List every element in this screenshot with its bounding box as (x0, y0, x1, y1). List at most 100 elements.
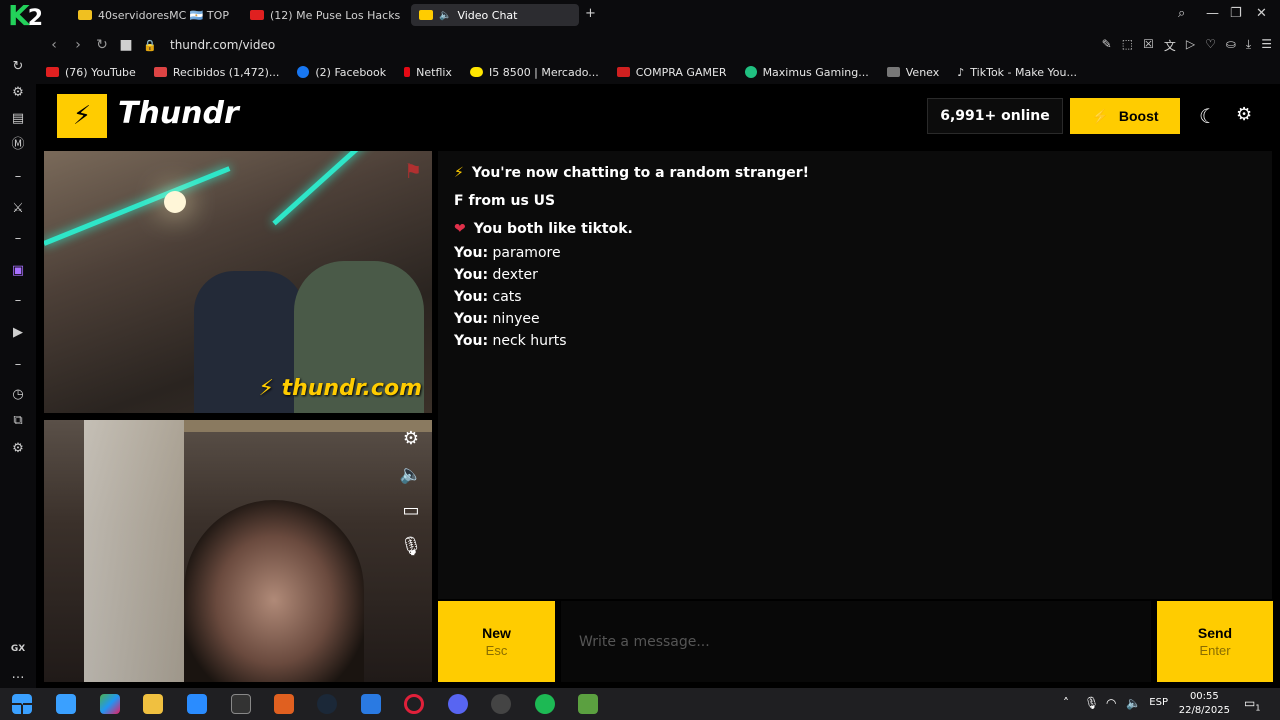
facebook-icon (297, 66, 310, 78)
spotify-icon[interactable] (535, 694, 555, 714)
back-icon[interactable]: ‹ (42, 37, 66, 53)
wifi-icon[interactable]: ◠ (1106, 696, 1116, 710)
volume-icon[interactable]: 🔈 (398, 462, 424, 488)
send-button[interactable]: Send Enter (1157, 601, 1273, 682)
snapshot-icon[interactable]: ⬚ (1122, 37, 1133, 54)
clock[interactable]: 00:55 22/8/2025 (1179, 690, 1230, 718)
microphone-icon[interactable]: 🎙 (398, 534, 424, 560)
volume-tray-icon[interactable]: 🔈 (1126, 696, 1141, 710)
extensions-icon[interactable]: ⧉ (9, 412, 27, 430)
camera-icon[interactable]: ■ (114, 37, 138, 53)
bookmark-venex[interactable]: Venex (886, 66, 939, 79)
app-icon[interactable] (274, 694, 294, 714)
restore-icon[interactable]: ❐ (1230, 6, 1242, 21)
chat-log: ⚡ You're now chatting to a random strang… (438, 151, 1272, 599)
tab-video-chat[interactable]: 🔈 Video Chat (411, 4, 579, 26)
thundr-page: ⚡ Thundr 6,991+ online ⚡ Boost ☾ ⚙ ⚑ ⚡ t… (36, 84, 1280, 688)
heart-icon: ❤ (454, 221, 466, 237)
settings-sliders-icon[interactable]: ⚙ (1236, 104, 1252, 125)
thundr-bolt-logo-icon[interactable]: ⚡ (57, 94, 107, 138)
translate-icon[interactable]: 文 (1164, 37, 1176, 54)
camera-settings-icon[interactable]: ⚙ (398, 426, 424, 452)
opera-gx-icon[interactable] (404, 694, 424, 714)
led-strip (44, 166, 231, 246)
bookmark-mercadolibre[interactable]: I5 8500 | Mercado... (469, 66, 599, 79)
opera-sidebar: ↻ ⚙ ▤ Ⓜ – ⚔ – ▣ – ▶ – ◷ ⧉ ⚙ GX … (0, 30, 36, 688)
boost-button[interactable]: ⚡ Boost (1070, 98, 1180, 134)
bookmark-gmail[interactable]: Recibidos (1,472)... (153, 66, 279, 79)
forward-icon[interactable]: › (66, 37, 90, 53)
tray-chevron-icon[interactable]: ˄ (1063, 696, 1069, 710)
close-icon[interactable]: ✕ (1256, 6, 1267, 21)
minimize-icon[interactable]: — (1206, 6, 1219, 21)
bookmark-youtube[interactable]: (76) YouTube (46, 66, 136, 79)
reload-icon[interactable]: ↻ (90, 37, 114, 53)
bookmark-maximus[interactable]: Maximus Gaming... (744, 66, 869, 79)
gx-cleaner-icon[interactable]: ▤ (9, 110, 27, 128)
online-count: 6,991+ online (927, 98, 1063, 134)
tab-label: Video Chat (457, 8, 518, 22)
menu-icon[interactable]: ☰ (1261, 37, 1272, 54)
dark-mode-moon-icon[interactable]: ☾ (1199, 104, 1217, 128)
compragamer-icon (616, 67, 630, 77)
youtube-icon (250, 10, 264, 20)
netflix-icon (404, 67, 411, 77)
tab-youtube-video[interactable]: (12) Me Puse Los Hacks P (242, 4, 402, 26)
tab-40servidores[interactable]: 40servidoresMC 🇦🇷 TOP (70, 4, 230, 26)
history-icon[interactable]: ◷ (9, 386, 27, 404)
file-explorer-icon[interactable] (143, 694, 163, 714)
tray-mic-icon[interactable]: 🎙 (1084, 696, 1099, 710)
report-flag-icon[interactable]: ⚑ (404, 159, 422, 183)
app-icon[interactable] (56, 694, 76, 714)
shelf (184, 420, 432, 432)
new-tab-plus-icon[interactable]: + (585, 6, 596, 21)
bookmark-compragamer[interactable]: COMPRA GAMER (616, 66, 727, 79)
bookmark-facebook[interactable]: (2) Facebook (297, 66, 386, 79)
gx-label: GX (10, 644, 26, 654)
address-bar: ‹ › ↻ ■ 🔒 thundr.com/video ✎ ⬚ ☒ 文 ▷ ♡ ⛀… (36, 30, 1280, 60)
notifications-icon[interactable]: ▭1 (1244, 696, 1260, 712)
discord-sidebar-icon[interactable]: ⚔ (9, 200, 27, 218)
download-icon[interactable]: ⤓ (1246, 37, 1251, 54)
block-icon[interactable]: ☒ (1143, 37, 1154, 54)
url-text[interactable]: thundr.com/video (170, 38, 275, 52)
settings-icon[interactable]: ⚙ (9, 440, 27, 458)
chat-message: You: cats (454, 289, 522, 305)
language-indicator[interactable]: ESP (1149, 697, 1168, 708)
steam-icon[interactable] (317, 694, 337, 714)
epic-games-icon[interactable] (231, 694, 251, 714)
toolbar-icons: ✎ ⬚ ☒ 文 ▷ ♡ ⛀ ⤓ ☰ (1102, 37, 1272, 54)
player-icon[interactable]: ▶ (9, 324, 27, 342)
search-icon[interactable]: ⌕ (1178, 6, 1185, 21)
app-icon[interactable] (491, 694, 511, 714)
chat-message: You: ninyee (454, 311, 540, 327)
discord-icon[interactable] (448, 694, 468, 714)
m-icon[interactable]: Ⓜ (9, 136, 27, 154)
gx-control-icon[interactable]: ⚙ (9, 84, 27, 102)
wallet-icon[interactable]: ⛀ (1226, 37, 1236, 54)
minecraft-icon[interactable] (578, 694, 598, 714)
speed-dial-icon[interactable]: ↻ (9, 58, 27, 76)
twitch-icon[interactable]: ▣ (9, 262, 27, 280)
mercadolibre-icon (469, 67, 483, 77)
copilot-icon[interactable] (100, 694, 120, 714)
send-hint: Enter (1199, 643, 1231, 658)
person-face (184, 500, 364, 682)
store-icon[interactable] (361, 694, 381, 714)
pin-icon[interactable]: ✎ (1102, 37, 1112, 54)
youtube-icon (46, 67, 59, 77)
more-icon[interactable]: … (9, 666, 27, 684)
bookmark-netflix[interactable]: Netflix (404, 66, 452, 79)
heart-icon[interactable]: ♡ (1205, 37, 1216, 54)
app-icon[interactable] (187, 694, 207, 714)
new-label: New (482, 625, 511, 641)
new-chat-button[interactable]: New Esc (438, 601, 555, 682)
windows-start-icon[interactable] (12, 694, 32, 714)
message-input[interactable] (561, 601, 1151, 682)
bookmark-tiktok[interactable]: ♪ TikTok - Make You... (957, 66, 1077, 79)
lightning-icon: ⚡ (454, 165, 464, 181)
site-title[interactable]: Thundr (118, 96, 239, 131)
system-message: ⚡ You're now chatting to a random strang… (454, 165, 810, 181)
video-camera-icon[interactable]: ▭ (398, 498, 424, 524)
play-icon[interactable]: ▷ (1186, 37, 1195, 54)
